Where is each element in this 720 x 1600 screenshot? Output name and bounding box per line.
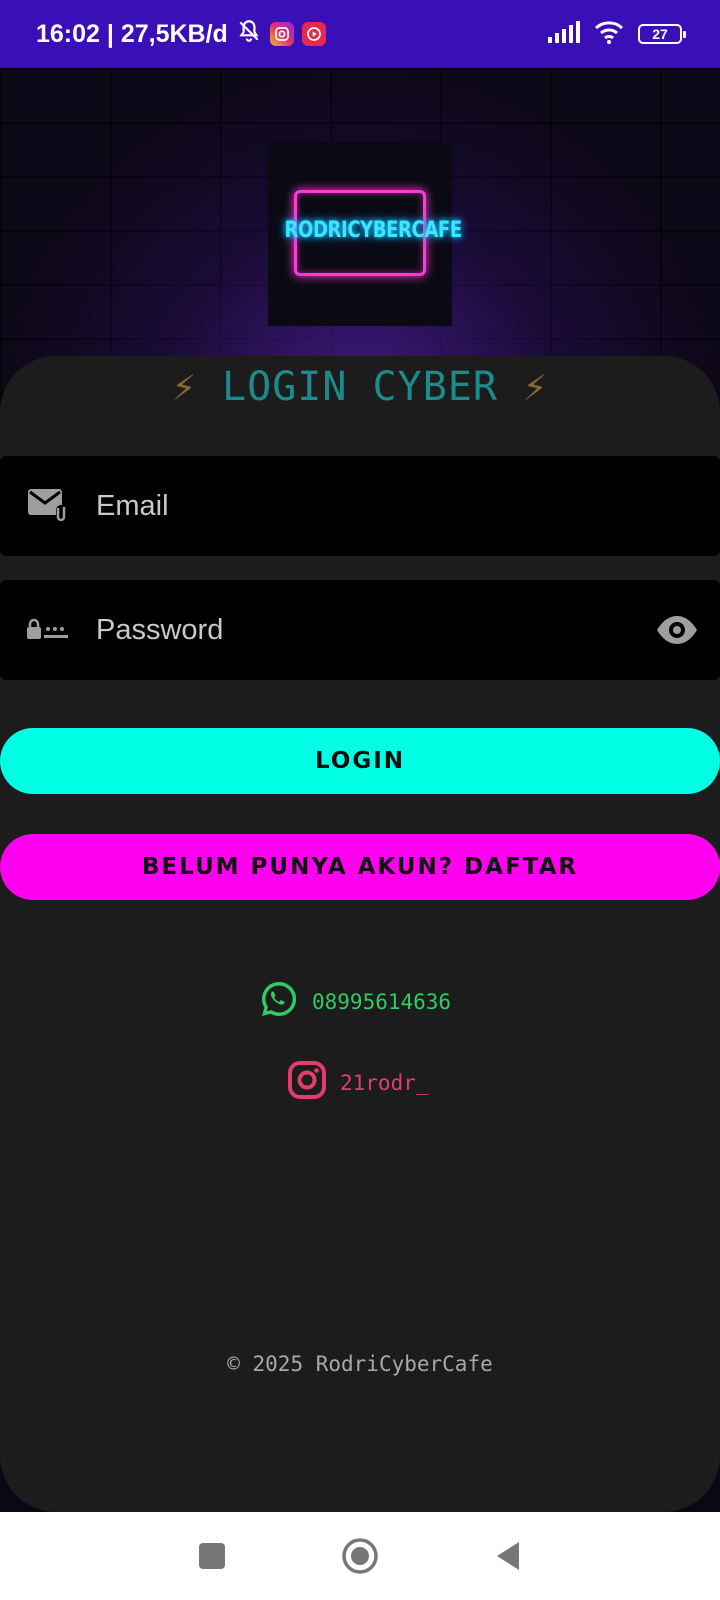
logo: RODRICYBERCAFE: [268, 142, 463, 326]
register-button[interactable]: BELUM PUNYA AKUN? DAFTAR: [0, 834, 720, 900]
recent-apps-icon[interactable]: [192, 1536, 232, 1576]
bolt-left-icon: ⚡: [171, 364, 197, 410]
email-placeholder: Email: [96, 489, 169, 522]
password-field[interactable]: Password: [0, 580, 720, 680]
whatsapp-contact[interactable]: 08995614636: [260, 980, 451, 1023]
status-bar: 16:02 | 27,5KB/d 27: [0, 0, 720, 68]
logo-text: RODRICYBERCAFE: [284, 218, 463, 243]
instagram-notification-icon: [269, 22, 294, 46]
signal-icon: [548, 20, 580, 48]
copyright-footer: © 2025 RodriCyberCafe: [227, 1352, 493, 1376]
password-placeholder: Password: [96, 613, 224, 646]
instagram-icon: [288, 1061, 326, 1104]
show-password-eye-icon[interactable]: [656, 610, 698, 655]
email-icon: [0, 487, 96, 525]
system-nav-bar: [0, 1512, 720, 1600]
status-time: 16:02 | 27,5KB/d: [36, 19, 228, 48]
page-title: ⚡ LOGIN CYBER ⚡: [0, 364, 720, 410]
login-button-label: LOGIN: [314, 748, 406, 774]
battery-icon: 27: [638, 24, 686, 44]
back-icon[interactable]: [488, 1536, 528, 1576]
bell-off-icon: [236, 18, 262, 51]
video-notification-icon: [301, 22, 326, 46]
login-button[interactable]: LOGIN: [0, 728, 720, 794]
status-left: 16:02 | 27,5KB/d: [36, 18, 326, 51]
battery-level: 27: [652, 26, 668, 42]
wifi-icon: [594, 20, 624, 49]
bolt-right-icon: ⚡: [523, 364, 549, 410]
instagram-handle: 21rodr_: [340, 1070, 429, 1095]
home-icon[interactable]: [340, 1536, 380, 1576]
password-icon: [0, 618, 96, 642]
whatsapp-icon: [260, 980, 298, 1023]
status-right: 27: [548, 20, 686, 49]
whatsapp-number: 08995614636: [312, 989, 452, 1014]
email-field[interactable]: Email: [0, 456, 720, 556]
instagram-contact[interactable]: 21rodr_: [288, 1061, 429, 1104]
register-button-label: BELUM PUNYA AKUN? DAFTAR: [141, 854, 579, 880]
page-title-text: LOGIN CYBER: [222, 364, 498, 410]
